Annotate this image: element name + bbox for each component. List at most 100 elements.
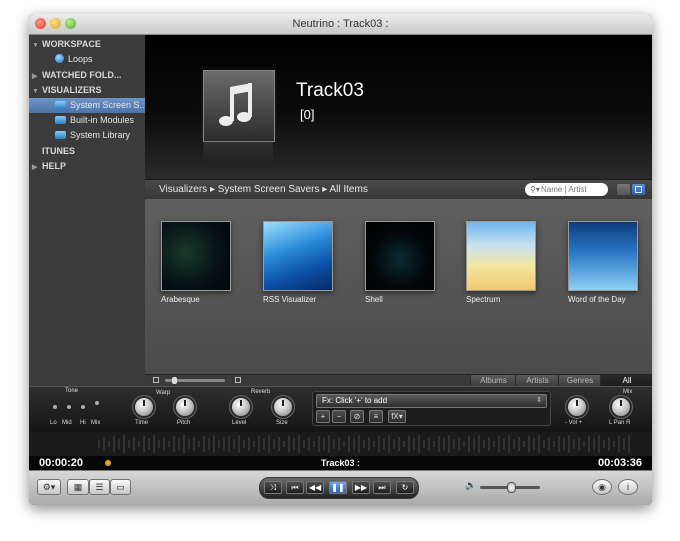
repeat-icon: ↻ [401, 483, 409, 492]
module-icon [55, 116, 66, 124]
search-icon[interactable]: ⚲▾ [530, 183, 540, 196]
gallery-label: Shell [365, 295, 383, 304]
info-button[interactable]: i [618, 479, 638, 495]
breadcrumb-bar: Visualizers ▸ System Screen Savers ▸ All… [145, 179, 652, 201]
grid-view-button[interactable] [632, 184, 645, 195]
view-coverflow-button[interactable]: ▦ [67, 479, 89, 495]
list-icon: ☰ [95, 482, 104, 492]
now-playing-header: Track03 [0] [145, 35, 652, 179]
eq-mid-slider[interactable] [67, 405, 71, 409]
bottom-toolbar: ⚙▾ ▦ ☰ ▭ ⤨ ⏮ ◀◀ ❚❚ ▶▶ ⏭ ↻ 🔈 ◉ i [29, 470, 652, 505]
size-knob[interactable] [274, 398, 292, 416]
gallery-thumb-arabesque[interactable] [161, 221, 231, 291]
volume-label: - Vol + [565, 420, 583, 426]
thumb-small-icon[interactable] [153, 377, 159, 383]
fx-chain: Fx: Click '+' to add ⇕ + − ⊘ ≡ fX▾ [312, 391, 551, 426]
speaker-icon: 🔈 [465, 480, 477, 490]
grid-icon [635, 186, 642, 193]
search-field[interactable]: ⚲▾ [525, 183, 608, 196]
sidebar-section-itunes[interactable]: ITUNES [29, 144, 145, 159]
pause-icon: ❚❚ [331, 483, 345, 492]
loops-icon [55, 54, 64, 63]
waveform-graphic [98, 435, 630, 453]
album-art-reflection [203, 141, 273, 163]
visualizer-gallery: Arabesque RSS Visualizer Shell Spectrum … [145, 199, 652, 374]
eq-mix-label: Mix [91, 420, 101, 426]
eq-mix-slider[interactable] [95, 401, 99, 405]
skip-forward-icon: ⏭ [378, 483, 386, 492]
volume-slider-knob[interactable] [507, 482, 516, 493]
shuffle-icon: ⤨ [269, 483, 277, 492]
mix-label: Mix [623, 389, 633, 395]
app-window: Neutrino : Track03 : ▼ WORKSPACE Loops ▶ W… [29, 14, 652, 505]
gallery-label: Arabesque [161, 295, 200, 304]
waveform[interactable] [29, 432, 652, 456]
sidebar-section-visualizers[interactable]: ▼ VISUALIZERS [29, 83, 145, 98]
gallery-thumb-shell[interactable] [365, 221, 435, 291]
action-menu-button[interactable]: ⚙▾ [37, 479, 61, 495]
reverb-label: Reverb [251, 389, 271, 395]
next-button[interactable]: ⏭ [373, 481, 391, 494]
sidebar-section-workspace[interactable]: ▼ WORKSPACE [29, 37, 145, 52]
level-label: Level [232, 420, 247, 426]
slider-knob[interactable] [172, 377, 177, 384]
disclosure-closed-icon[interactable]: ▶ [32, 69, 42, 83]
list-view-button[interactable] [617, 184, 630, 195]
title-bar: Neutrino : Track03 : [29, 14, 652, 35]
shuffle-button[interactable]: ⤨ [264, 481, 282, 494]
rewind-button[interactable]: ◀◀ [306, 481, 324, 494]
coverflow-icon: ▦ [73, 482, 83, 492]
fx-list-button[interactable]: ≡ [369, 410, 383, 423]
fx-add-button[interactable]: + [316, 410, 330, 423]
eq-mid-label: Mid [62, 420, 72, 426]
search-input[interactable] [541, 183, 605, 196]
skip-back-icon: ⏮ [291, 483, 299, 492]
gallery-label: Spectrum [466, 295, 501, 304]
repeat-button[interactable]: ↻ [396, 481, 414, 494]
disclosure-open-icon[interactable]: ▼ [32, 84, 42, 98]
gallery-thumb-rss-visualizer[interactable] [263, 221, 333, 291]
mixer-panel: Tone Lo Mid Hi Mix Warp Time Pitch Rever… [29, 386, 652, 433]
pitch-knob[interactable] [176, 398, 194, 416]
size-label: Size [276, 420, 288, 426]
disclosure-closed-icon[interactable]: ▶ [32, 160, 42, 174]
track-subtitle: [0] [300, 107, 315, 122]
info-icon: i [627, 482, 629, 492]
eq-lo-slider[interactable] [53, 405, 57, 409]
tone-label: Tone [65, 388, 79, 394]
pan-knob[interactable] [612, 398, 630, 416]
music-note-icon [219, 83, 252, 126]
screen-icon: ▭ [116, 482, 125, 492]
time-label: Time [135, 420, 149, 426]
window-title: Neutrino : Track03 : [292, 18, 389, 30]
fx-menu-button[interactable]: fX▾ [388, 410, 406, 423]
gear-icon: ⚙▾ [42, 482, 56, 492]
fx-select[interactable]: Fx: Click '+' to add ⇕ [316, 394, 547, 408]
disclosure-open-icon[interactable]: ▼ [32, 38, 42, 52]
previous-button[interactable]: ⏮ [286, 481, 304, 494]
transport-controls: ⤨ ⏮ ◀◀ ❚❚ ▶▶ ⏭ ↻ [259, 477, 419, 499]
gallery-label: Word of the Day [568, 295, 626, 304]
fast-forward-icon: ▶▶ [354, 483, 368, 492]
time-knob[interactable] [135, 398, 153, 416]
level-knob[interactable] [232, 398, 250, 416]
rewind-icon: ◀◀ [308, 483, 322, 492]
gallery-thumb-spectrum[interactable] [466, 221, 536, 291]
eq-hi-slider[interactable] [81, 405, 85, 409]
view-fullscreen-button[interactable]: ▭ [110, 479, 131, 495]
sidebar-section-help[interactable]: ▶ HELP [29, 159, 145, 174]
breadcrumb[interactable]: Visualizers ▸ System Screen Savers ▸ All… [159, 184, 368, 195]
globe-button[interactable]: ◉ [592, 479, 612, 495]
fast-forward-button[interactable]: ▶▶ [352, 481, 370, 494]
fx-remove-button[interactable]: − [332, 410, 346, 423]
play-pause-button[interactable]: ❚❚ [329, 481, 347, 494]
fx-bypass-button[interactable]: ⊘ [350, 410, 364, 423]
pitch-label: Pitch [177, 420, 191, 426]
volume-knob[interactable] [568, 398, 586, 416]
view-list-button[interactable]: ☰ [89, 479, 110, 495]
sidebar-section-watched-folders[interactable]: ▶ WATCHED FOLD... [29, 68, 145, 83]
screensaver-icon [55, 101, 66, 109]
globe-icon: ◉ [598, 482, 606, 492]
gallery-thumb-word-of-the-day[interactable] [568, 221, 638, 291]
thumb-large-icon[interactable] [235, 377, 241, 383]
